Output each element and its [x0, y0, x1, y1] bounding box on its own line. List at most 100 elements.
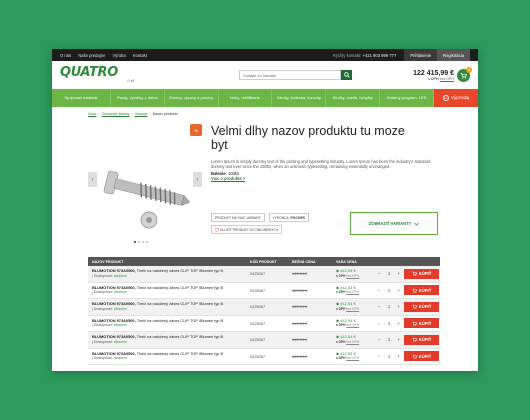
nav-item-sale[interactable]: % Výpredaj: [434, 89, 478, 107]
quantity-stepper[interactable]: − 1 +: [374, 321, 404, 326]
chevron-left-icon: ‹: [91, 176, 94, 183]
save-favorite-button[interactable]: ULOŽIŤ PRODUKT DO OBĽÚBENÝCH: [211, 225, 283, 234]
row-product-name[interactable]: BLUMOTION 973A0500, Tlmič na naložený zá…: [88, 334, 250, 344]
minus-icon[interactable]: −: [378, 304, 380, 309]
header: QUATRO L.M 122 415,99 € s DPH bez DPH 9: [52, 61, 478, 89]
plus-icon[interactable]: +: [398, 304, 400, 309]
plus-icon[interactable]: +: [398, 271, 400, 276]
quick-contact: Rýchly kontakt: +421 903 999 777: [333, 53, 396, 58]
quantity-value[interactable]: 1: [388, 304, 390, 309]
nav-item-locks[interactable]: Zámky, kolieska, konzoly: [272, 89, 327, 107]
quantity-value[interactable]: 1: [388, 271, 390, 276]
top-link-about[interactable]: O nás: [60, 53, 71, 58]
nav-item-fasteners[interactable]: Spojovací materiál: [52, 89, 111, 107]
top-link-production[interactable]: Výroba: [112, 53, 125, 58]
row-your-price: ◆ 442,54 € s DPH bez DPH: [336, 301, 360, 311]
quantity-stepper[interactable]: − 1 +: [374, 354, 404, 359]
buy-button[interactable]: KÚPIŤ: [404, 351, 439, 362]
buy-button[interactable]: KÚPIŤ: [404, 318, 439, 329]
minus-icon[interactable]: −: [378, 321, 380, 326]
breadcrumb-home[interactable]: Úvod: [88, 112, 96, 116]
cart-icon: [412, 337, 417, 342]
cart-icon: [412, 304, 417, 309]
quantity-value[interactable]: 1: [388, 354, 390, 359]
quantity-value[interactable]: 1: [388, 321, 390, 326]
quantity-value[interactable]: 1: [388, 288, 390, 293]
quantity-value[interactable]: 1: [388, 337, 390, 342]
login-button[interactable]: Prihlásenie: [404, 49, 438, 61]
gallery-dot[interactable]: [138, 241, 140, 243]
show-variants-button[interactable]: ZOBRAZIŤ VARIANTY: [350, 212, 438, 235]
logo[interactable]: QUATRO L.M: [60, 66, 142, 83]
row-old-price: 442,54 €: [292, 271, 308, 277]
cart-icon[interactable]: 9: [457, 66, 472, 82]
row-product-name[interactable]: BLUMOTION 973A0500, Tlmič na naložený zá…: [88, 318, 250, 328]
plus-icon[interactable]: +: [398, 354, 400, 359]
row-code: 0425067: [250, 320, 266, 326]
more-about-product-link[interactable]: Viac o produkte >: [211, 176, 245, 181]
minus-icon[interactable]: −: [378, 288, 380, 293]
breadcrumb-category[interactable]: Ochranné závesy: [102, 112, 130, 116]
quantity-stepper[interactable]: − 1 +: [374, 271, 404, 276]
nav-item-legs[interactable]: Nohy, rektifikácie: [219, 89, 273, 107]
row-code: 0425067: [250, 271, 266, 277]
nav-item-handles[interactable]: Kľučky, svetlá, úchytky: [326, 89, 381, 107]
cart-vat: s DPH bez DPH: [428, 76, 454, 81]
price-tag-icon: ◆: [336, 317, 340, 323]
row-product-name[interactable]: BLUMOTION 973A0500, Tlmič na naložený zá…: [88, 351, 250, 361]
quantity-stepper[interactable]: − 1 +: [374, 304, 404, 309]
plus-icon[interactable]: +: [398, 321, 400, 326]
plus-icon[interactable]: +: [398, 337, 400, 342]
row-code: 0425067: [250, 337, 266, 343]
logo-subtext: L.M: [127, 78, 134, 83]
row-product-name[interactable]: BLUMOTION 973A0500, Tlmič na naložený zá…: [88, 285, 250, 295]
top-link-stores[interactable]: Naše predajne: [78, 53, 105, 58]
minus-icon[interactable]: −: [378, 337, 380, 342]
quantity-stepper[interactable]: − 1 +: [374, 288, 404, 293]
gallery-next-button[interactable]: ›: [193, 172, 202, 187]
row-your-price: ◆ 442,54 € s DPH bez DPH: [336, 284, 360, 295]
price-tag-icon: ◆: [336, 334, 340, 340]
gallery-prev-button[interactable]: ‹: [88, 172, 97, 187]
buy-button[interactable]: KÚPIŤ: [404, 334, 439, 345]
table-row: BLUMOTION 973A0500, Tlmič na naložený zá…: [88, 349, 440, 365]
price-tag-icon: ◆: [336, 301, 340, 307]
cart[interactable]: 122 415,99 € s DPH bez DPH 9: [413, 66, 472, 82]
search-bar: [239, 70, 352, 80]
register-button[interactable]: Registrácia: [437, 49, 470, 61]
buy-button[interactable]: KÚPIŤ: [404, 268, 439, 279]
minus-icon[interactable]: −: [378, 354, 380, 359]
quick-contact-phone[interactable]: +421 903 999 777: [362, 53, 396, 58]
search-input[interactable]: [239, 70, 341, 80]
table-row: BLUMOTION 973A0500, Tlmič na naložený zá…: [88, 266, 440, 283]
row-your-price: ◆ 442,54 € s DPH bez DPH: [336, 350, 360, 361]
price-tag-icon: ◆: [336, 350, 340, 356]
breadcrumb: Úvod › Ochranné závesy › Vlasové › Nazov pr…: [88, 112, 178, 116]
cart-icon: [412, 271, 417, 276]
row-your-price: ◆ 442,54 € s DPH bez DPH: [336, 334, 360, 344]
buy-button[interactable]: KÚPIŤ: [404, 301, 439, 312]
column-header-regular-price: BEŽNÁ CENA: [292, 259, 316, 264]
quantity-stepper[interactable]: − 1 +: [374, 337, 404, 342]
gallery-dot[interactable]: [146, 241, 148, 243]
nav-item-wire[interactable]: Drôtený program, LED: [380, 89, 435, 107]
minus-icon[interactable]: −: [378, 271, 380, 276]
gallery-dot[interactable]: [134, 241, 136, 243]
row-your-price: ◆ 442,54 € s DPH bez DPH: [336, 268, 360, 278]
main-nav: Spojovací materiál Plasty, výrobky z dre…: [52, 89, 478, 107]
buy-button[interactable]: KÚPIŤ: [404, 285, 439, 296]
row-old-price: 442,54 €: [292, 304, 308, 310]
breadcrumb-subcategory[interactable]: Vlasové: [135, 112, 148, 116]
search-button[interactable]: [341, 70, 352, 80]
gallery-dot[interactable]: [142, 241, 144, 243]
product-info: Velmi dlhy nazov produktu tu moze byt Lo…: [211, 124, 441, 182]
plus-icon[interactable]: +: [398, 288, 400, 293]
row-product-name[interactable]: BLUMOTION 973A0500, Tlmič na naložený zá…: [88, 301, 250, 311]
maker-tag: VÝROBCA: FISCHER: [268, 213, 309, 222]
row-product-name[interactable]: BLUMOTION 973A0500, Tlmič na naložený zá…: [88, 268, 250, 278]
row-code: 0425067: [250, 353, 266, 359]
nav-item-hinges[interactable]: Závesy, výsuvy a posuvy: [165, 89, 219, 107]
nav-item-plastics[interactable]: Plasty, výrobky z dreva: [111, 89, 165, 107]
top-link-contact[interactable]: Kontakt: [133, 53, 147, 58]
table-row: BLUMOTION 973A0500, Tlmič na naložený zá…: [88, 332, 440, 349]
